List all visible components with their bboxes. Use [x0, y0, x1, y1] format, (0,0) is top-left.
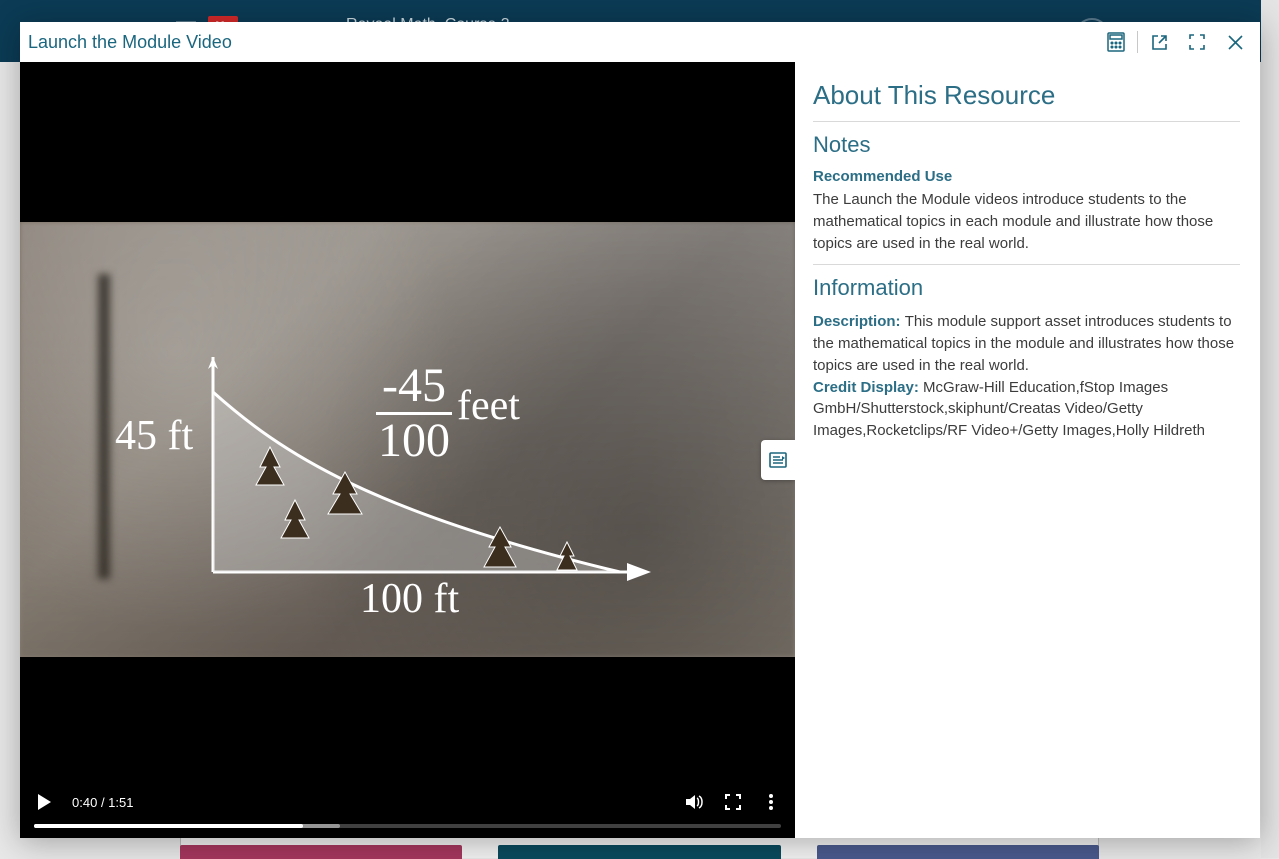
video-played	[34, 824, 303, 828]
video-time: 0:40 / 1:51	[72, 795, 133, 810]
modal-header: Launch the Module Video	[20, 22, 1260, 62]
recommended-use-label: Recommended Use	[813, 168, 1240, 185]
overlay-y-label: 45 ft	[115, 412, 193, 460]
calculator-icon[interactable]	[1097, 23, 1135, 61]
current-time: 0:40	[72, 795, 97, 810]
description-label: Description:	[813, 313, 905, 330]
card-peek	[817, 845, 1099, 859]
fullscreen-icon[interactable]	[723, 792, 743, 812]
description-line: Description: This module support asset i…	[813, 311, 1240, 376]
modal-body: 45 ft 100 ft -45 100 feet	[20, 62, 1260, 838]
toolbar-divider	[1137, 31, 1138, 53]
page-scrollbar[interactable]	[1261, 0, 1279, 858]
divider	[813, 121, 1240, 122]
overlay-x-label: 100 ft	[360, 575, 459, 623]
modal-toolbar	[1097, 23, 1254, 61]
card-peek	[498, 845, 780, 859]
information-heading: Information	[813, 275, 1240, 301]
overlay-fraction-bottom: 100	[376, 415, 452, 465]
transcript-toggle-icon[interactable]	[761, 440, 795, 480]
duration: 1:51	[108, 795, 133, 810]
about-heading: About This Resource	[813, 80, 1240, 111]
video-controls: 0:40 / 1:51	[20, 778, 795, 838]
recommended-use-text: The Launch the Module videos introduce s…	[813, 189, 1240, 254]
popout-icon[interactable]	[1140, 23, 1178, 61]
video-overlay: 45 ft 100 ft -45 100 feet	[20, 222, 795, 657]
notes-heading: Notes	[813, 132, 1240, 158]
play-icon[interactable]	[34, 792, 54, 812]
modal-title: Launch the Module Video	[26, 32, 232, 53]
overlay-fraction-top: -45	[376, 362, 452, 415]
credit-line: Credit Display: McGraw-Hill Education,fS…	[813, 377, 1240, 442]
credit-label: Credit Display:	[813, 379, 923, 396]
divider	[813, 264, 1240, 265]
card-peek	[180, 845, 462, 859]
expand-icon[interactable]	[1178, 23, 1216, 61]
content-cards-peek	[180, 845, 1099, 859]
more-icon[interactable]	[761, 792, 781, 812]
close-icon[interactable]	[1216, 23, 1254, 61]
video-frame[interactable]: 45 ft 100 ft -45 100 feet	[20, 222, 795, 657]
volume-icon[interactable]	[685, 792, 705, 812]
video-progress[interactable]	[34, 824, 781, 828]
overlay-unit: feet	[457, 382, 520, 430]
video-panel: 45 ft 100 ft -45 100 feet	[20, 62, 795, 838]
resource-panel: About This Resource Notes Recommended Us…	[795, 62, 1260, 838]
resource-modal: Launch the Module Video	[20, 22, 1260, 838]
overlay-fraction: -45 100	[376, 362, 452, 465]
